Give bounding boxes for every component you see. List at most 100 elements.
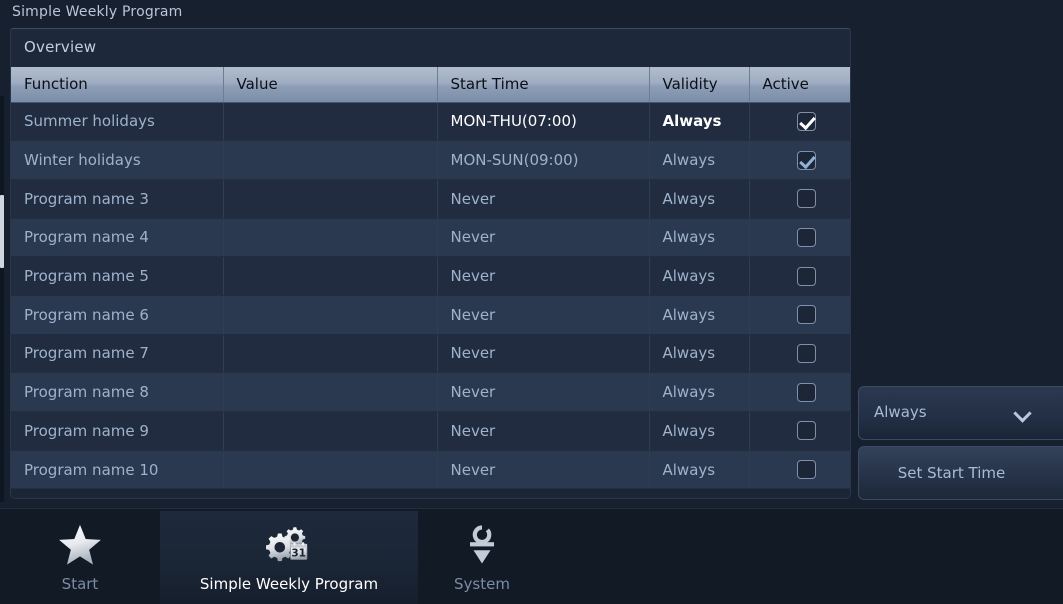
table-row[interactable]: Program name 5 Never Always (11, 256, 850, 296)
checkbox-unchecked-icon[interactable] (796, 266, 816, 286)
vertical-scrollbar-track[interactable] (0, 96, 4, 502)
column-header-start-time[interactable]: Start Time (437, 67, 650, 103)
table-row[interactable]: Program name 6 Never Always (11, 295, 850, 335)
column-header-validity[interactable]: Validity (649, 67, 750, 103)
table-row[interactable]: Program name 8 Never Always (11, 372, 850, 412)
program-table: Function Value Start Time Validity Activ… (11, 67, 850, 490)
cell-value (223, 295, 438, 335)
cell-active (749, 179, 850, 219)
tab-start[interactable]: Start (0, 511, 160, 604)
star-icon (0, 521, 160, 569)
table-row[interactable]: Program name 3 Never Always (11, 179, 850, 219)
tab-simple-weekly-program-label: Simple Weekly Program (199, 575, 379, 593)
overview-title: Overview (24, 38, 97, 56)
cell-active (749, 140, 850, 180)
cell-active (749, 295, 850, 335)
checkbox-unchecked-icon[interactable] (796, 343, 816, 363)
cell-validity: Always (649, 295, 750, 335)
cell-function: Program name 9 (11, 411, 224, 451)
cell-active (749, 102, 850, 142)
title-bar: Simple Weekly Program (0, 0, 1063, 27)
cell-active (749, 334, 850, 374)
validity-dropdown-value: Always (874, 403, 927, 421)
cell-function: Program name 7 (11, 334, 224, 374)
table-row[interactable]: Program name 10 Never Always (11, 450, 850, 490)
cell-value (223, 372, 438, 412)
cell-start-time: Never (437, 450, 650, 490)
window-title: Simple Weekly Program (12, 4, 183, 20)
validity-dropdown[interactable]: Always (858, 386, 1063, 440)
cell-function: Program name 8 (11, 372, 224, 412)
cell-start-time: Never (437, 295, 650, 335)
overview-panel-header: Overview (10, 28, 851, 70)
cell-validity: Always (649, 140, 750, 180)
table-row[interactable]: Winter holidays MON-SUN(09:00) Always (11, 140, 850, 180)
cell-validity: Always (649, 179, 750, 219)
cell-active (749, 411, 850, 451)
table-row[interactable]: Program name 4 Never Always (11, 218, 850, 258)
cell-active (749, 256, 850, 296)
cell-validity: Always (649, 102, 750, 142)
cell-value (223, 411, 438, 451)
table-row[interactable]: Program name 9 Never Always (11, 411, 850, 451)
cell-start-time: MON-THU(07:00) (437, 102, 650, 142)
table-header-row: Function Value Start Time Validity Activ… (11, 67, 850, 103)
cell-function: Program name 3 (11, 179, 224, 219)
table-row[interactable]: Summer holidays MON-THU(07:00) Always (11, 102, 850, 142)
cell-start-time: Never (437, 334, 650, 374)
vertical-scrollbar-thumb[interactable] (0, 195, 4, 268)
cell-start-time: Never (437, 372, 650, 412)
system-icon (420, 521, 544, 569)
cell-function: Summer holidays (11, 102, 224, 142)
cell-value (223, 256, 438, 296)
cell-start-time: Never (437, 411, 650, 451)
cell-function: Program name 5 (11, 256, 224, 296)
chevron-down-icon (1015, 406, 1030, 421)
cell-value (223, 140, 438, 180)
cell-function: Program name 10 (11, 450, 224, 490)
checkbox-unchecked-icon[interactable] (796, 382, 816, 402)
program-table-container: Function Value Start Time Validity Activ… (10, 67, 851, 499)
checkbox-checked-icon[interactable] (796, 111, 816, 131)
cell-validity: Always (649, 256, 750, 296)
tab-system-label: System (454, 575, 510, 593)
tab-simple-weekly-program[interactable]: 31 Simple Weekly Program (160, 511, 418, 604)
gears-calendar-icon: 31 (160, 521, 418, 569)
checkbox-unchecked-icon[interactable] (796, 305, 816, 325)
checkbox-unchecked-icon[interactable] (796, 227, 816, 247)
tab-start-label: Start (61, 575, 99, 593)
cell-function: Program name 4 (11, 218, 224, 258)
cell-function: Winter holidays (11, 140, 224, 180)
set-start-time-button[interactable]: Set Start Time (858, 446, 1063, 500)
column-header-active[interactable]: Active (749, 67, 850, 103)
checkbox-unchecked-icon[interactable] (796, 189, 816, 209)
cell-start-time: Never (437, 179, 650, 219)
column-header-function[interactable]: Function (11, 67, 224, 103)
bottom-tab-bar: Start 31 Simple Weekly Program System (0, 508, 1063, 604)
cell-value (223, 218, 438, 258)
cell-start-time: Never (437, 256, 650, 296)
cell-value (223, 102, 438, 142)
table-body: Summer holidays MON-THU(07:00) Always Winte… (11, 102, 850, 490)
cell-active (749, 450, 850, 490)
checkbox-checked-icon[interactable] (796, 150, 816, 170)
checkbox-unchecked-icon[interactable] (796, 421, 816, 441)
cell-active (749, 372, 850, 412)
cell-function: Program name 6 (11, 295, 224, 335)
cell-validity: Always (649, 334, 750, 374)
table-row[interactable]: Program name 7 Never Always (11, 334, 850, 374)
tab-system[interactable]: System (420, 511, 544, 604)
app-window: Simple Weekly Program Overview Function … (0, 0, 1063, 604)
cell-value (223, 450, 438, 490)
cell-active (749, 218, 850, 258)
set-start-time-label: Set Start Time (897, 464, 1006, 482)
checkbox-unchecked-icon[interactable] (796, 460, 816, 480)
cell-value (223, 334, 438, 374)
column-header-value[interactable]: Value (223, 67, 438, 103)
svg-text:31: 31 (291, 548, 306, 560)
cell-value (223, 179, 438, 219)
cell-validity: Always (649, 411, 750, 451)
cell-validity: Always (649, 450, 750, 490)
cell-start-time: Never (437, 218, 650, 258)
cell-start-time: MON-SUN(09:00) (437, 140, 650, 180)
